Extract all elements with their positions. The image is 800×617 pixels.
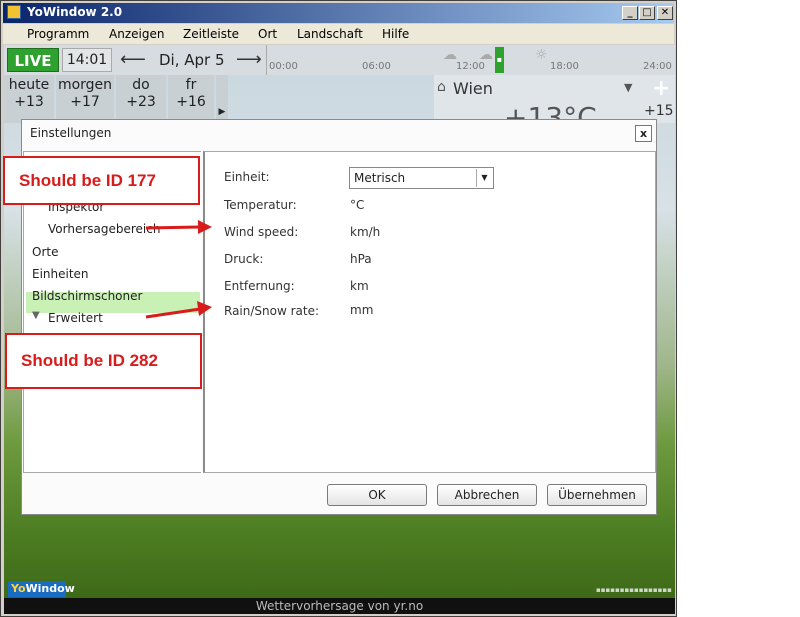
- arrow-to-wind-speed: [145, 220, 212, 234]
- annotation-arrows: [145, 220, 212, 319]
- arrow-to-rain-snow-rate: [145, 301, 212, 319]
